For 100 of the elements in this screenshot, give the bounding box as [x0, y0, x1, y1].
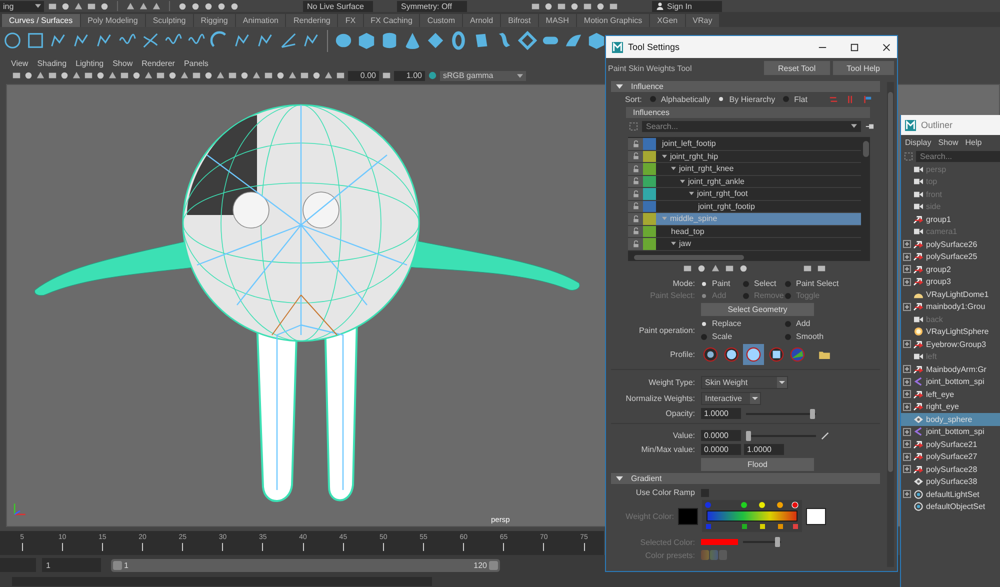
expand-icon[interactable]	[903, 240, 911, 248]
outliner-item[interactable]: polySurface38	[901, 476, 1000, 488]
outliner-item[interactable]: VRayLightSphere	[901, 326, 1000, 338]
expand-icon[interactable]	[903, 340, 911, 348]
radio-button[interactable]	[785, 320, 791, 326]
weight-type-dropdown[interactable]: Skin Weight	[701, 376, 788, 389]
live-surface-field[interactable]: No Live Surface	[303, 0, 373, 12]
shelf-tab[interactable]: VRay	[686, 14, 720, 27]
viewport-menu[interactable]: Panels	[184, 58, 208, 68]
influence-row[interactable]: joint_rght_hip	[628, 150, 861, 163]
radio-button[interactable]	[743, 280, 749, 286]
close-icon[interactable]	[882, 42, 891, 52]
outliner-item[interactable]: VRayLightDome1	[901, 288, 1000, 300]
lock-icon[interactable]	[632, 202, 640, 210]
influence-row[interactable]: jaw	[628, 238, 861, 250]
viewport-menu[interactable]: Show	[112, 58, 133, 68]
radio-button[interactable]	[785, 334, 791, 340]
outliner-item[interactable]: group1	[901, 213, 1000, 226]
slider-thumb[interactable]	[810, 408, 815, 418]
cut-curve-icon[interactable]	[141, 31, 160, 50]
shelf-tab[interactable]: Bifrost	[501, 14, 538, 27]
outliner-item[interactable]: defaultObjectSet	[901, 500, 1000, 513]
color-management-icon[interactable]	[428, 71, 437, 80]
tool-button[interactable]: Tool Help	[832, 61, 894, 75]
lock-icon[interactable]	[632, 214, 640, 223]
symmetry-dropdown[interactable]: Symmetry: Off	[397, 0, 467, 12]
lock-icon[interactable]	[632, 152, 640, 160]
shelf-tab[interactable]: Sculpting	[146, 14, 193, 27]
outliner-item[interactable]: joint_bottom_spi	[901, 376, 1000, 388]
outliner-item[interactable]: polySurface28	[901, 463, 1000, 476]
select-geometry-button[interactable]: Select Geometry	[701, 303, 814, 316]
lock-icon[interactable]	[632, 177, 640, 186]
shelf-tab[interactable]: Curves / Surfaces	[2, 14, 80, 27]
shelf-tab[interactable]: Animation	[236, 14, 286, 27]
section-header[interactable]: Gradient	[611, 473, 880, 484]
checkbox[interactable]	[701, 488, 709, 496]
shelf-tab[interactable]: Custom	[420, 14, 462, 27]
outliner-menu[interactable]: Help	[965, 138, 982, 146]
radio-button[interactable]	[650, 96, 656, 102]
shelf-tab[interactable]: FX	[338, 14, 363, 27]
radio-button[interactable]	[701, 334, 707, 340]
outliner-item[interactable]: mainbody1:Grou	[901, 300, 1000, 313]
shelf-tab[interactable]: FX Caching	[364, 14, 420, 27]
brush-profile-button[interactable]	[701, 346, 719, 364]
expand-arrow-icon[interactable]	[616, 84, 623, 89]
lock-icon[interactable]	[632, 190, 640, 198]
lock-icon[interactable]	[632, 140, 640, 148]
scrollbar-thumb[interactable]	[863, 141, 869, 157]
expand-icon[interactable]	[903, 402, 911, 411]
viewport-menu[interactable]: Shading	[37, 58, 67, 68]
opacity-field[interactable]: 1.0000	[701, 408, 741, 419]
outliner-item[interactable]: right_eye	[901, 400, 1000, 413]
viewport-menu[interactable]: Lighting	[76, 58, 104, 68]
outliner-item[interactable]: group2	[901, 263, 1000, 276]
shelf-tab[interactable]: Motion Graphics	[576, 14, 650, 27]
maximize-icon[interactable]	[850, 42, 859, 52]
radio-button[interactable]	[702, 322, 706, 326]
expand-icon[interactable]	[903, 465, 911, 474]
angle-icon[interactable]	[279, 31, 298, 50]
min-value-field[interactable]: 0.0000	[701, 444, 741, 455]
radio-button[interactable]	[702, 282, 706, 286]
outliner-item[interactable]: polySurface27	[901, 450, 1000, 463]
outliner-item[interactable]: left_eye	[901, 388, 1000, 400]
expand-icon[interactable]	[903, 278, 911, 286]
outliner-item[interactable]: polySurface21	[901, 438, 1000, 450]
color-ramp-drawing[interactable]	[702, 500, 802, 532]
pin-icon[interactable]	[865, 122, 874, 130]
normalize-weights-dropdown[interactable]: Interactive	[701, 392, 761, 405]
lock-icon[interactable]	[632, 240, 640, 248]
color-space-dropdown[interactable]: sRGB gamma	[440, 70, 526, 80]
flag-icon[interactable]	[863, 94, 872, 104]
eyedropper-icon[interactable]	[821, 431, 830, 440]
radio-button[interactable]	[783, 96, 790, 102]
outliner-menu[interactable]: Display	[905, 138, 932, 146]
selected-color-swatch[interactable]	[701, 539, 738, 545]
torus-icon[interactable]	[449, 31, 468, 50]
outliner-item[interactable]: joint_bottom_spi	[901, 426, 1000, 438]
expand-arrow-icon[interactable]	[662, 154, 667, 159]
sign-in-button[interactable]: Sign In	[652, 0, 722, 12]
max-value-field[interactable]: 1.0000	[744, 444, 784, 455]
radio-button[interactable]	[719, 97, 724, 101]
expand-icon[interactable]	[903, 302, 911, 311]
scrollbar-thumb[interactable]	[634, 255, 744, 260]
expand-icon[interactable]	[903, 490, 911, 498]
gamma-field[interactable]: 1.00	[394, 70, 425, 80]
slider-thumb[interactable]	[746, 430, 751, 440]
outliner-item[interactable]: polySurface25	[901, 250, 1000, 263]
search-field[interactable]: Search...	[916, 150, 1000, 162]
influence-row[interactable]: joint_rght_foot	[628, 188, 861, 200]
influence-row[interactable]: head_top	[628, 226, 861, 238]
outliner-menu[interactable]: Show	[938, 138, 958, 146]
viewport-menu[interactable]: Renderer	[142, 58, 175, 68]
shelf-tab[interactable]: Arnold	[462, 14, 500, 27]
time-range-bar[interactable]: 1 120	[111, 558, 500, 572]
shelf-tab[interactable]: Rigging	[194, 14, 235, 27]
revolve-icon[interactable]	[518, 31, 537, 50]
outliner-item[interactable]: Eyebrow:Group3	[901, 338, 1000, 350]
expand-icon[interactable]	[903, 252, 911, 261]
expand-arrow-icon[interactable]	[680, 178, 685, 184]
exposure-field[interactable]: 0.00	[348, 70, 379, 80]
